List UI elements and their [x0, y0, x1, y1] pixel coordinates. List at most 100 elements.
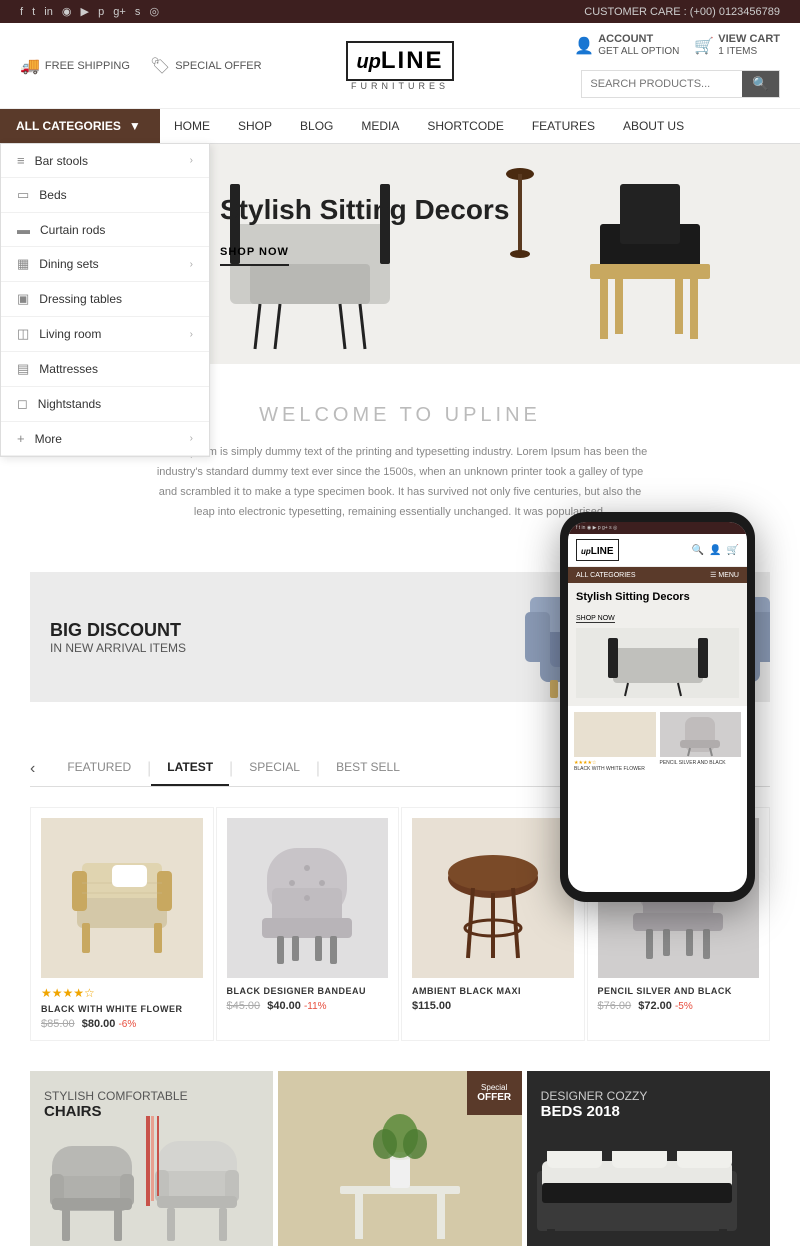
chevron-down-icon: ▼ [129, 119, 141, 133]
rss-icon[interactable]: ◉ [62, 6, 72, 18]
account-button[interactable]: 👤 ACCOUNT GET ALL OPTION [574, 33, 679, 58]
youtube-icon[interactable]: ▶ [81, 6, 89, 18]
linkedin-icon[interactable]: in [44, 6, 53, 18]
tab-latest[interactable]: LATEST [151, 752, 229, 786]
dropdown-item-label: Nightstands [38, 397, 101, 411]
facebook-icon[interactable]: f [20, 6, 23, 18]
living-icon: ◫ [17, 326, 29, 342]
tab-special[interactable]: SPECIAL [233, 752, 316, 786]
phone-hero: Stylish Sitting Decors SHOP NOW [568, 583, 747, 706]
dropdown-living-room[interactable]: ◫ Living room › [1, 317, 209, 352]
twitter-icon[interactable]: t [32, 6, 35, 18]
promo-chairs-text: STYLISH COMFORTABLE CHAIRS [44, 1089, 188, 1120]
dropdown-bar-stools[interactable]: ≡ Bar stools › [1, 144, 209, 178]
dropdown-item-label: Dining sets [39, 257, 98, 271]
product-2-price-new: $40.00 [267, 1000, 301, 1012]
tab-featured[interactable]: FEATURED [51, 752, 147, 786]
phone-screen: f t in ◉ ▶ p g+ s ◎ upLINE 🔍 👤 🛒 ALL CAT… [568, 522, 747, 892]
cart-button[interactable]: 🛒 VIEW CART 1 ITEMS [694, 33, 780, 58]
free-shipping-promo: 🚚 FREE SHIPPING [20, 56, 130, 76]
offer-icon: 🏷 [150, 56, 170, 76]
tabs-prev-arrow[interactable]: ‹ [30, 760, 51, 778]
customer-care: CUSTOMER CARE : (+00) 0123456789 [584, 6, 780, 18]
phone-products: ★★★★☆ BLACK WITH WHITE FLOWER PENCIL SIL… [568, 706, 747, 778]
phone-logo-up: up [581, 547, 591, 556]
skype-icon[interactable]: s [135, 6, 141, 18]
nav-home[interactable]: HOME [160, 109, 224, 143]
phone-logo: upLINE [576, 539, 619, 561]
phone-account-icon: 👤 [709, 545, 721, 556]
logo-line: LINE [381, 47, 444, 74]
dropdown-beds[interactable]: ▭ Beds [1, 178, 209, 213]
welcome-text: Lorem Ipsum is simply dummy text of the … [150, 443, 650, 522]
nav-media[interactable]: MEDIA [347, 109, 413, 143]
phone-categories: ALL CATEGORIES [576, 572, 636, 579]
dropdown-nightstands[interactable]: ◻ Nightstands [1, 387, 209, 422]
nav-features[interactable]: FEATURES [518, 109, 609, 143]
product-1-stars: ★★★★☆ [41, 986, 203, 1000]
pinterest-icon[interactable]: p [98, 6, 104, 18]
instagram-icon[interactable]: ◎ [149, 6, 159, 18]
product-3-price: $115.00 [412, 1000, 574, 1012]
promo-banner-offer[interactable]: Special OFFER [278, 1071, 521, 1246]
promo-banner-beds[interactable]: DESIGNER COZZY BEDS 2018 [527, 1071, 770, 1246]
phone-product-2: PENCIL SILVER AND BLACK [660, 712, 742, 772]
phone-menu: ☰ MENU [710, 571, 739, 579]
product-2-price: $45.00 $40.00 -11% [227, 1000, 389, 1012]
product-3-price-new: $115.00 [412, 1000, 451, 1012]
account-label: ACCOUNT [598, 33, 679, 46]
search-button[interactable]: 🔍 [742, 71, 779, 97]
dropdown-mattresses[interactable]: ▤ Mattresses [1, 352, 209, 387]
promo-beds-title: DESIGNER COZZY [541, 1089, 648, 1103]
promo-banner-chairs[interactable]: STYLISH COMFORTABLE CHAIRS [30, 1071, 273, 1246]
nav-blog[interactable]: BLOG [286, 109, 347, 143]
search-input[interactable] [582, 71, 742, 97]
search-bar[interactable]: 🔍 [581, 70, 780, 98]
nav-shortcode[interactable]: SHORTCODE [413, 109, 517, 143]
product-card-3: AMBIENT BLACK MAXI $115.00 [401, 807, 585, 1041]
phone-nav: ALL CATEGORIES ☰ MENU [568, 567, 747, 583]
nav-about[interactable]: ABOUT US [609, 109, 698, 143]
account-icon: 👤 [574, 36, 594, 56]
phone-product-2-name: PENCIL SILVER AND BLACK [660, 760, 742, 766]
hero-title: Stylish Sitting Decors [220, 194, 509, 226]
logo[interactable]: upLINE FURNITURES [277, 41, 524, 91]
dropdown-more[interactable]: + More › [1, 422, 209, 456]
categories-dropdown-toggle[interactable]: ALL CATEGORIES ▼ [0, 109, 160, 143]
dropdown-curtain-rods[interactable]: ▬ Curtain rods [1, 213, 209, 247]
phone-action-icons: 🔍 👤 🛒 [692, 545, 739, 556]
badge-offer: OFFER [475, 1092, 514, 1103]
phone-product-1: ★★★★☆ BLACK WITH WHITE FLOWER [574, 712, 656, 772]
header: 🚚 FREE SHIPPING 🏷 SPECIAL OFFER upLINE F… [0, 23, 800, 109]
header-promos: 🚚 FREE SHIPPING 🏷 SPECIAL OFFER [20, 56, 267, 76]
product-4-price-old: $76.00 [598, 1000, 632, 1012]
top-bar: f t in ◉ ▶ p g+ s ◎ CUSTOMER CARE : (+00… [0, 0, 800, 23]
promo-offer-image [278, 1106, 521, 1246]
dropdown-item-label: Living room [39, 327, 101, 341]
promo-beds-subtitle: BEDS 2018 [541, 1103, 648, 1120]
cart-label: VIEW CART [718, 33, 780, 46]
dropdown-item-label: More [35, 432, 62, 446]
tab-best-sell[interactable]: BEST SELL [320, 752, 416, 786]
phone-topbar: f t in ◉ ▶ p g+ s ◎ [568, 522, 747, 534]
promo-beds-image [527, 1111, 770, 1246]
product-1-discount: -6% [118, 1019, 136, 1030]
phone-shop-btn[interactable]: SHOP NOW [576, 615, 615, 623]
product-4-name: PENCIL SILVER AND BLACK [598, 986, 760, 996]
categories-dropdown: ≡ Bar stools › ▭ Beds ▬ Curtain rods ▦ D… [0, 143, 210, 457]
phone-hero-title: Stylish Sitting Decors [576, 591, 739, 603]
product-2-image [227, 818, 389, 978]
googleplus-icon[interactable]: g+ [113, 6, 126, 18]
arrow-icon: › [190, 433, 193, 444]
arrow-icon: › [190, 155, 193, 166]
phone-social-icons: f t in ◉ ▶ p g+ s ◎ [576, 525, 617, 531]
shop-now-button[interactable]: SHOP NOW [220, 240, 289, 266]
nav-items: HOME SHOP BLOG MEDIA SHORTCODE FEATURES … [160, 109, 698, 143]
social-links[interactable]: f t in ◉ ▶ p g+ s ◎ [20, 5, 165, 18]
dropdown-dressing-tables[interactable]: ▣ Dressing tables [1, 282, 209, 317]
nav-shop[interactable]: SHOP [224, 109, 286, 143]
dropdown-dining-sets[interactable]: ▦ Dining sets › [1, 247, 209, 282]
navigation: ALL CATEGORIES ▼ HOME SHOP BLOG MEDIA SH… [0, 109, 800, 144]
product-2-discount: -11% [304, 1001, 327, 1012]
discount-mobile-section: BIG DISCOUNT IN NEW ARRIVAL ITEMS [0, 552, 800, 722]
